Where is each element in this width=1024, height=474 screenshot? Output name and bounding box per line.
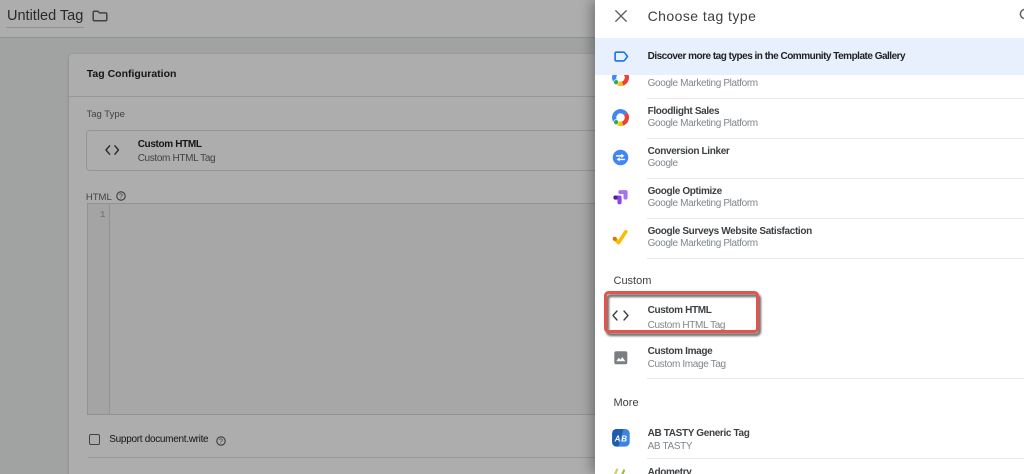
svg-text:B: B (621, 435, 627, 444)
svg-text:A: A (613, 435, 620, 444)
